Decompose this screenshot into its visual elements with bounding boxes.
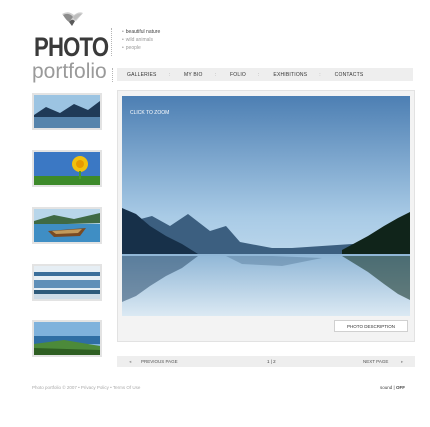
nav-my-bio[interactable]: MY BIO (184, 72, 203, 78)
next-page-button[interactable]: NEXT PAGE (363, 359, 388, 364)
category-item-beautiful-nature[interactable]: beautiful nature (122, 28, 160, 36)
thumbnail-snowy-shore[interactable] (32, 264, 102, 301)
photo-description-button[interactable]: PHOTO DESCRIPTION (334, 320, 408, 332)
pagination-bar: ◂ PREVIOUS PAGE 1 | 2 NEXT PAGE ▸ (117, 356, 415, 367)
nav-contacts[interactable]: CONTACTS (335, 72, 364, 78)
nav-separator: : (168, 71, 170, 78)
separator (111, 28, 112, 56)
sound-toggle[interactable]: sound | OFF (380, 385, 405, 390)
thumbnail-boat-lake[interactable] (32, 207, 102, 244)
click-to-zoom-button[interactable]: CLICK TO ZOOM (130, 110, 169, 116)
category-item-wild-animals[interactable]: wild animals (122, 36, 160, 44)
nav-galleries[interactable]: GALLERIES (127, 72, 157, 78)
separator (112, 68, 113, 82)
thumbnail-mountain-lake[interactable] (32, 93, 102, 130)
thumbnail-ocean-coast[interactable] (32, 320, 102, 357)
nav-folio[interactable]: FOLIO (230, 72, 246, 78)
thumbnail-dandelion[interactable] (32, 150, 102, 187)
prev-arrow-icon: ◂ (129, 359, 132, 364)
category-item-people[interactable]: people (122, 44, 160, 52)
main-photo[interactable] (122, 96, 410, 316)
sound-state[interactable]: OFF (396, 385, 405, 390)
logo-icon (60, 10, 84, 28)
nav-separator: : (319, 71, 321, 78)
logo-subtitle: portfolio (32, 60, 107, 83)
nav-separator: : (258, 71, 260, 78)
next-arrow-icon: ▸ (401, 359, 404, 364)
previous-page-button[interactable]: PREVIOUS PAGE (141, 359, 178, 364)
sound-divider: | (393, 385, 395, 390)
nav-separator: : (214, 71, 216, 78)
sound-label: sound (380, 385, 393, 390)
category-nav: beautiful nature wild animals people (122, 28, 160, 52)
nav-exhibitions[interactable]: EXHIBITIONS (273, 72, 307, 78)
page-numbers[interactable]: 1 | 2 (267, 359, 276, 364)
main-nav: GALLERIES : MY BIO : FOLIO : EXHIBITIONS… (117, 68, 413, 81)
logo-title: PHOTO (34, 32, 109, 62)
footer-text: Photo portfolio © 2007 • Privacy Policy … (32, 385, 141, 390)
